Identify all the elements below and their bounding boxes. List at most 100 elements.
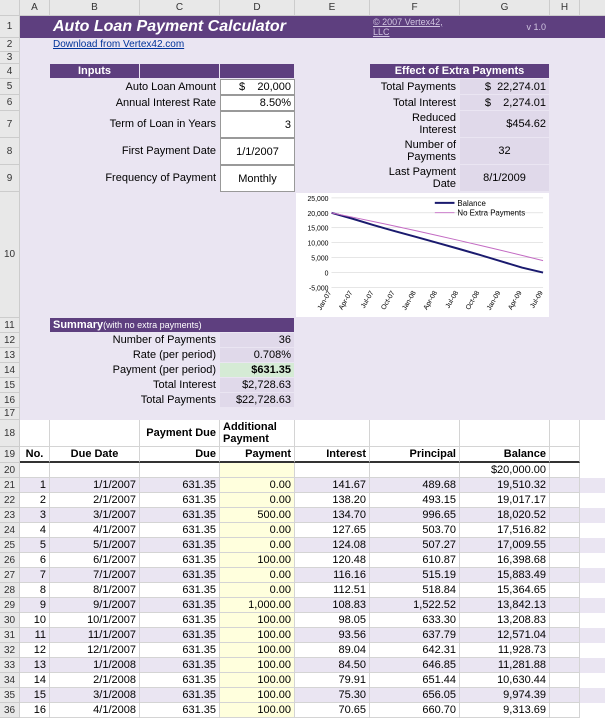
cell-int[interactable]: 112.51 [295,583,370,598]
cell-bal[interactable]: 11,928.73 [460,643,550,658]
cell-int[interactable]: 79.91 [295,673,370,688]
cell-pay[interactable]: 631.35 [140,613,220,628]
cell-bal[interactable]: 17,009.55 [460,538,550,553]
amount-input[interactable]: $ 20,000 [220,79,295,95]
cell-prin[interactable]: 493.15 [370,493,460,508]
cell-date[interactable]: 12/1/2007 [50,643,140,658]
cell-date[interactable]: 10/1/2007 [50,613,140,628]
cell-prin[interactable]: 651.44 [370,673,460,688]
cell-add[interactable]: 0.00 [220,583,295,598]
freq-input[interactable]: Monthly [220,165,295,192]
cell-pay[interactable]: 631.35 [140,508,220,523]
cell-prin[interactable]: 1,522.52 [370,598,460,613]
cell-pay[interactable]: 631.35 [140,643,220,658]
cell-prin[interactable]: 610.87 [370,553,460,568]
cell-int[interactable]: 120.48 [295,553,370,568]
cell-add[interactable]: 100.00 [220,643,295,658]
cell-pay[interactable]: 631.35 [140,703,220,718]
cell-int[interactable]: 108.83 [295,598,370,613]
cell-no[interactable]: 11 [20,628,50,643]
cell-date[interactable]: 3/1/2008 [50,688,140,703]
cell-date[interactable]: 9/1/2007 [50,598,140,613]
cell-pay[interactable]: 631.35 [140,478,220,493]
cell-pay[interactable]: 631.35 [140,523,220,538]
cell-int[interactable]: 98.05 [295,613,370,628]
cell-add[interactable]: 100.00 [220,703,295,718]
cell-no[interactable]: 6 [20,553,50,568]
cell-no[interactable]: 10 [20,613,50,628]
cell-no[interactable]: 7 [20,568,50,583]
cell-int[interactable]: 141.67 [295,478,370,493]
cell-bal[interactable]: 9,313.69 [460,703,550,718]
cell-int[interactable]: 124.08 [295,538,370,553]
cell-pay[interactable]: 631.35 [140,688,220,703]
cell-int[interactable]: 70.65 [295,703,370,718]
cell-pay[interactable]: 631.35 [140,538,220,553]
cell-pay[interactable]: 631.35 [140,658,220,673]
cell-bal[interactable]: 15,364.65 [460,583,550,598]
cell-add[interactable]: 500.00 [220,508,295,523]
cell-add[interactable]: 100.00 [220,628,295,643]
cell-pay[interactable]: 631.35 [140,493,220,508]
cell-no[interactable]: 15 [20,688,50,703]
cell-no[interactable]: 1 [20,478,50,493]
cell-date[interactable]: 5/1/2007 [50,538,140,553]
cell-add[interactable]: 100.00 [220,658,295,673]
cell-int[interactable]: 134.70 [295,508,370,523]
copyright[interactable]: © 2007 Vertex42, LLC [370,16,460,38]
cell-prin[interactable]: 996.65 [370,508,460,523]
cell-int[interactable]: 127.65 [295,523,370,538]
cell-pay[interactable]: 631.35 [140,673,220,688]
cell-no[interactable]: 5 [20,538,50,553]
cell-bal[interactable]: 18,020.52 [460,508,550,523]
cell-prin[interactable]: 646.85 [370,658,460,673]
cell-no[interactable]: 12 [20,643,50,658]
cell-date[interactable]: 2/1/2008 [50,673,140,688]
cell-add[interactable]: 0.00 [220,568,295,583]
cell-pay[interactable]: 631.35 [140,628,220,643]
cell-int[interactable]: 93.56 [295,628,370,643]
cell-prin[interactable]: 503.70 [370,523,460,538]
cell-prin[interactable]: 656.05 [370,688,460,703]
cell-no[interactable]: 16 [20,703,50,718]
rate-input[interactable]: 8.50% [220,95,295,111]
cell-date[interactable]: 8/1/2007 [50,583,140,598]
cell-prin[interactable]: 507.27 [370,538,460,553]
cell-bal[interactable]: 10,630.44 [460,673,550,688]
cell-no[interactable]: 3 [20,508,50,523]
cell-date[interactable]: 7/1/2007 [50,568,140,583]
cell-prin[interactable]: 642.31 [370,643,460,658]
cell-add[interactable]: 1,000.00 [220,598,295,613]
cell-no[interactable]: 4 [20,523,50,538]
cell-prin[interactable]: 633.30 [370,613,460,628]
cell-int[interactable]: 89.04 [295,643,370,658]
cell-date[interactable]: 1/1/2008 [50,658,140,673]
cell-date[interactable]: 11/1/2007 [50,628,140,643]
cell-int[interactable]: 84.50 [295,658,370,673]
download-link[interactable]: Download from Vertex42.com [50,38,220,52]
cell-date[interactable]: 4/1/2007 [50,523,140,538]
cell-add[interactable]: 100.00 [220,613,295,628]
cell-pay[interactable]: 631.35 [140,583,220,598]
cell-no[interactable]: 14 [20,673,50,688]
firstdate-input[interactable]: 1/1/2007 [220,138,295,165]
cell-add[interactable]: 0.00 [220,538,295,553]
cell-prin[interactable]: 660.70 [370,703,460,718]
cell-date[interactable]: 4/1/2008 [50,703,140,718]
cell-bal[interactable]: 19,017.17 [460,493,550,508]
cell-no[interactable]: 13 [20,658,50,673]
cell-pay[interactable]: 631.35 [140,568,220,583]
cell-no[interactable]: 8 [20,583,50,598]
cell-no[interactable]: 2 [20,493,50,508]
cell-bal[interactable]: 15,883.49 [460,568,550,583]
cell-bal[interactable]: 13,842.13 [460,598,550,613]
cell-bal[interactable]: 19,510.32 [460,478,550,493]
cell-bal[interactable]: 11,281.88 [460,658,550,673]
cell-bal[interactable]: 16,398.68 [460,553,550,568]
cell-bal[interactable]: 17,516.82 [460,523,550,538]
cell-date[interactable]: 6/1/2007 [50,553,140,568]
cell-prin[interactable]: 515.19 [370,568,460,583]
cell-bal[interactable]: 13,208.83 [460,613,550,628]
cell-prin[interactable]: 489.68 [370,478,460,493]
cell-add[interactable]: 0.00 [220,478,295,493]
